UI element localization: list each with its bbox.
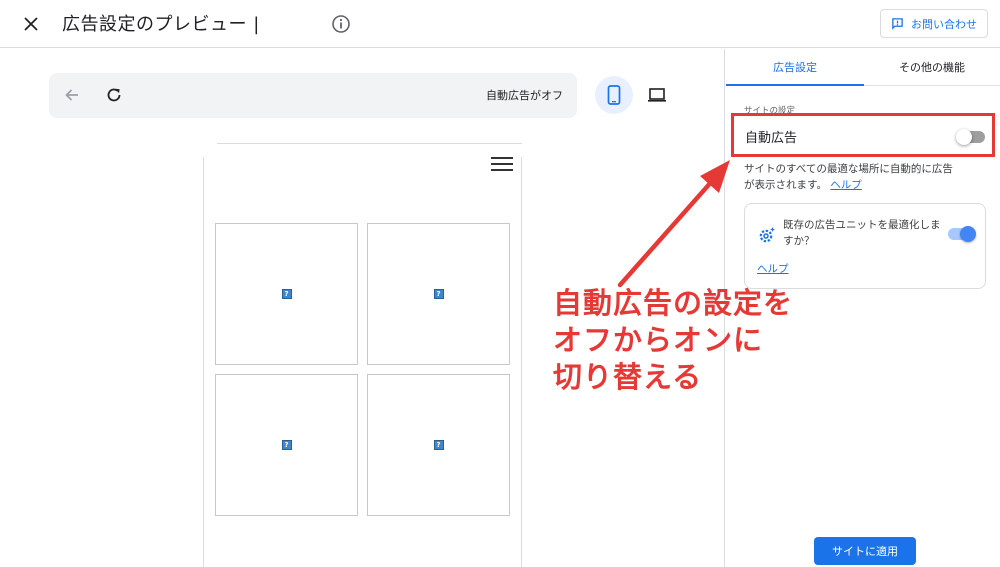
optimize-ad-units-card: 既存の広告ユニットを最適化しますか？ ヘルプ [744,203,986,289]
ad-slot: ? [367,374,510,516]
feedback-icon [892,18,903,30]
reload-icon[interactable] [104,85,124,105]
image-placeholder-icon: ? [281,289,292,299]
tab-ad-settings[interactable]: 広告設定 [726,49,864,86]
auto-ads-toggle[interactable] [956,129,985,145]
ad-slot: ? [367,223,510,365]
desktop-view-button[interactable] [640,78,674,112]
annotation-text: 自動広告の設定を オフからオンに 切り替える [553,285,793,396]
optimize-ad-units-text: 既存の広告ユニットを最適化しますか？ [783,219,941,247]
back-arrow-icon[interactable] [62,85,82,105]
contact-button[interactable]: お問い合わせ [880,9,988,38]
smartphone-icon [607,85,621,105]
auto-ads-setting: 自動広告 [734,115,994,155]
page-title: 広告設定のプレビュー | [62,14,260,35]
annotation-line: 切り替える [553,360,703,394]
contact-label: お問い合わせ [911,17,977,31]
ad-slot: ? [215,374,358,516]
optimize-help-link[interactable]: ヘルプ [757,261,789,276]
phone-frame-top [217,143,522,144]
annotation-line: 自動広告の設定を [553,286,794,320]
top-bar: 広告設定のプレビュー | お問い合わせ [0,0,1000,48]
annotation-line: オフからオンに [553,323,764,357]
apply-to-site-button[interactable]: サイトに適用 [814,537,916,565]
auto-ads-label: 自動広告 [745,131,798,146]
ad-slot: ? [215,223,358,365]
auto-ads-description: サイトのすべての最適な場所に自動的に広告が表示されます。 ヘルプ [744,161,959,193]
mobile-view-button[interactable] [595,76,633,114]
image-placeholder-icon: ? [281,440,292,450]
info-icon[interactable] [331,14,351,34]
optimize-ad-units-toggle[interactable] [948,226,976,242]
browser-bar: 自動広告がオフ [49,73,577,118]
auto-ads-status: 自動広告がオフ [486,89,563,102]
image-placeholder-icon: ? [433,440,444,450]
close-icon [24,17,38,31]
tab-other-features[interactable]: その他の機能 [864,49,1000,86]
auto-ads-help-link[interactable]: ヘルプ [830,179,862,191]
toggle-knob [960,226,976,242]
auto-optimize-gear-icon [759,227,775,243]
close-button[interactable] [18,11,44,37]
menu-icon[interactable] [491,157,513,171]
laptop-icon [648,88,666,102]
toggle-knob [956,129,972,145]
phone-preview: ? ? ? ? [203,157,522,567]
image-placeholder-icon: ? [433,289,444,299]
